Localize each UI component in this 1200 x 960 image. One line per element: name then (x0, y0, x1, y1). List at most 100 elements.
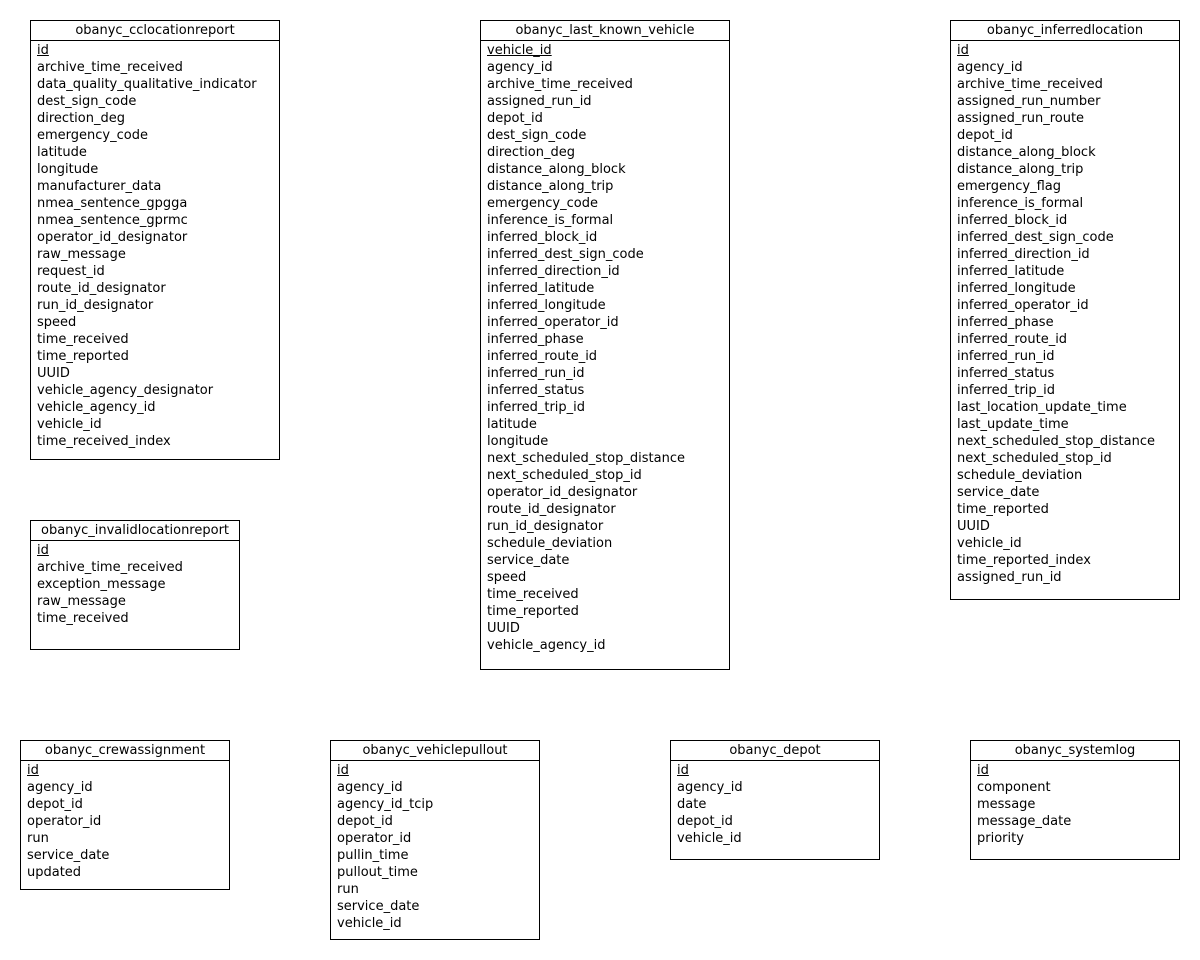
attribute: schedule_deviation (957, 468, 1083, 483)
attribute: component (977, 780, 1051, 795)
attribute: time_received (37, 332, 129, 347)
attribute: latitude (37, 145, 87, 160)
entity-title: obanyc_vehiclepullout (331, 741, 539, 761)
attribute: depot_id (337, 814, 393, 829)
attribute: agency_id (957, 60, 1023, 75)
attribute: vehicle_agency_designator (37, 383, 214, 398)
attribute: time_received (487, 587, 579, 602)
attribute: inferred_trip_id (487, 400, 586, 415)
attribute: inferred_dest_sign_code (487, 247, 644, 262)
attribute: exception_message (37, 577, 166, 592)
entity-attributes: id agency_id agency_id_tcip depot_idoperato… (331, 761, 539, 932)
attribute: vehicle_agency_id (487, 638, 606, 653)
attribute: nmea_sentence_gprmc (37, 213, 188, 228)
attribute: inferred_direction_id (487, 264, 620, 279)
attribute: assigned_run_id (957, 570, 1062, 585)
attribute: next_scheduled_stop_id (487, 468, 642, 483)
attribute: inferred_operator_id (957, 298, 1089, 313)
attribute: inference_is_formal (487, 213, 614, 228)
attribute: depot_id (487, 111, 543, 126)
entity-obanyc-cclocationreport: obanyc_cclocationreport id archive_time_re… (30, 20, 280, 460)
attribute: date (677, 797, 707, 812)
entity-attributes: vehicle_id agency_id archive_time_received… (481, 41, 729, 654)
attribute: emergency_code (487, 196, 598, 211)
entity-title: obanyc_invalidlocationreport (31, 521, 239, 541)
attribute: run_id_designator (487, 519, 604, 534)
attribute: latitude (487, 417, 537, 432)
attribute: longitude (487, 434, 549, 449)
entity-title: obanyc_inferredlocation (951, 21, 1179, 41)
attribute: service_date (487, 553, 570, 568)
attribute: vehicle_agency_id (37, 400, 156, 415)
attribute: inference_is_formal (957, 196, 1084, 211)
attribute: route_id_designator (37, 281, 166, 296)
attribute: inferred_dest_sign_code (957, 230, 1114, 245)
attribute: time_received_index (37, 434, 171, 449)
entity-attributes: id agency_id depot_id operator_id run service… (21, 761, 229, 881)
attribute: time_reported (957, 502, 1049, 517)
attribute: assigned_run_id (487, 94, 592, 109)
attribute: emergency_flag (957, 179, 1062, 194)
entity-obanyc-invalidlocationreport: obanyc_invalidlocationreport id archive_ti… (30, 520, 240, 650)
primary-key-attribute: id (27, 763, 39, 778)
attribute: distance_along_block (487, 162, 626, 177)
attribute: time_reported_index (957, 553, 1091, 568)
attribute: route_id_designator (487, 502, 616, 517)
attribute: operator_id_designator (487, 485, 638, 500)
entity-attributes: id agency_id archive_time_received assigned… (951, 41, 1179, 586)
attribute: UUID (37, 366, 70, 381)
attribute: inferred_phase (487, 332, 584, 347)
attribute: request_id (37, 264, 105, 279)
entity-attributes: id archive_time_received exception_message… (31, 541, 239, 627)
attribute: assigned_run_route (957, 111, 1085, 126)
attribute: data_quality_qualitative_indicator (37, 77, 257, 92)
attribute: agency_id (677, 780, 743, 795)
attribute: emergency_code (37, 128, 148, 143)
attribute: inferred_latitude (957, 264, 1065, 279)
attribute: agency_id (27, 780, 93, 795)
attribute: inferred_operator_id (487, 315, 619, 330)
attribute: priority (977, 831, 1024, 846)
attribute: inferred_direction_id (957, 247, 1090, 262)
attribute: speed (487, 570, 527, 585)
primary-key-attribute: id (37, 543, 49, 558)
attribute: vehicle_id (37, 417, 102, 432)
attribute: vehicle_id (957, 536, 1022, 551)
attribute: operator_id (337, 831, 412, 846)
attribute: pullin_time (337, 848, 409, 863)
attribute: schedule_deviation (487, 536, 613, 551)
attribute: UUID (957, 519, 990, 534)
attribute: archive_time_received (957, 77, 1103, 92)
attribute: longitude (37, 162, 99, 177)
attribute: operator_id_designator (37, 230, 188, 245)
attribute: distance_along_block (957, 145, 1096, 160)
attribute: last_location_update_time (957, 400, 1127, 415)
attribute: depot_id (27, 797, 83, 812)
primary-key-attribute: id (37, 43, 49, 58)
attribute: last_update_time (957, 417, 1069, 432)
entity-obanyc-inferredlocation: obanyc_inferredlocation id agency_id archiv… (950, 20, 1180, 600)
attribute: manufacturer_data (37, 179, 162, 194)
attribute: agency_id_tcip (337, 797, 434, 812)
attribute: service_date (337, 899, 420, 914)
entity-obanyc-vehiclepullout: obanyc_vehiclepulloutid agency_id agency_i… (330, 740, 540, 940)
entity-obanyc-systemlog: obanyc_systemlog id component message messag… (970, 740, 1180, 860)
entity-obanyc-last-known-vehicle: obanyc_last_known_vehicle vehicle_id agenc… (480, 20, 730, 670)
attribute: dest_sign_code (487, 128, 587, 143)
primary-key-attribute: id (677, 763, 689, 778)
attribute: run_id_designator (37, 298, 154, 313)
attribute: vehicle_id (677, 831, 742, 846)
attribute: updated (27, 865, 82, 880)
attribute: message_date (977, 814, 1072, 829)
attribute: inferred_run_id (957, 349, 1055, 364)
attribute: agency_id (337, 780, 403, 795)
attribute: inferred_latitude (487, 281, 595, 296)
attribute: assigned_run_number (957, 94, 1101, 109)
entity-title: obanyc_cclocationreport (31, 21, 279, 41)
attribute: operator_id (27, 814, 102, 829)
primary-key-attribute: id (337, 763, 349, 778)
attribute: UUID (487, 621, 520, 636)
attribute: raw_message (37, 247, 126, 262)
attribute: time_reported (37, 349, 129, 364)
attribute: time_received (37, 611, 129, 626)
